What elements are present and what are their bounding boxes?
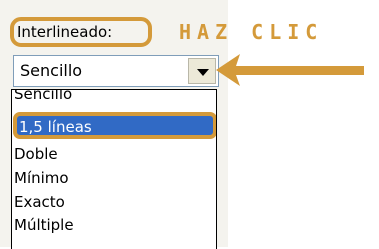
click-here-annotation: HAZ CLIC [179,20,324,44]
dropdown-button[interactable] [188,58,216,84]
combobox-value: Sencillo [20,61,83,80]
option-multiple[interactable]: Múltiple [14,215,74,235]
option-exacto[interactable]: Exacto [14,192,65,212]
line-spacing-dropdown-list: Sencillo 1,5 líneas Doble Mínimo Exacto … [11,89,217,249]
option-sencillo[interactable]: Sencillo [14,90,72,104]
option-label: 1,5 líneas [19,118,92,136]
left-arrow-icon [216,54,364,86]
line-spacing-combobox[interactable]: Sencillo [13,55,219,87]
chevron-down-icon [197,69,209,76]
option-minimo[interactable]: Mínimo [14,168,69,188]
line-spacing-label: Interlineado: [10,17,152,47]
option-doble[interactable]: Doble [14,144,58,164]
option-1-5-lineas[interactable]: 1,5 líneas [13,112,216,139]
